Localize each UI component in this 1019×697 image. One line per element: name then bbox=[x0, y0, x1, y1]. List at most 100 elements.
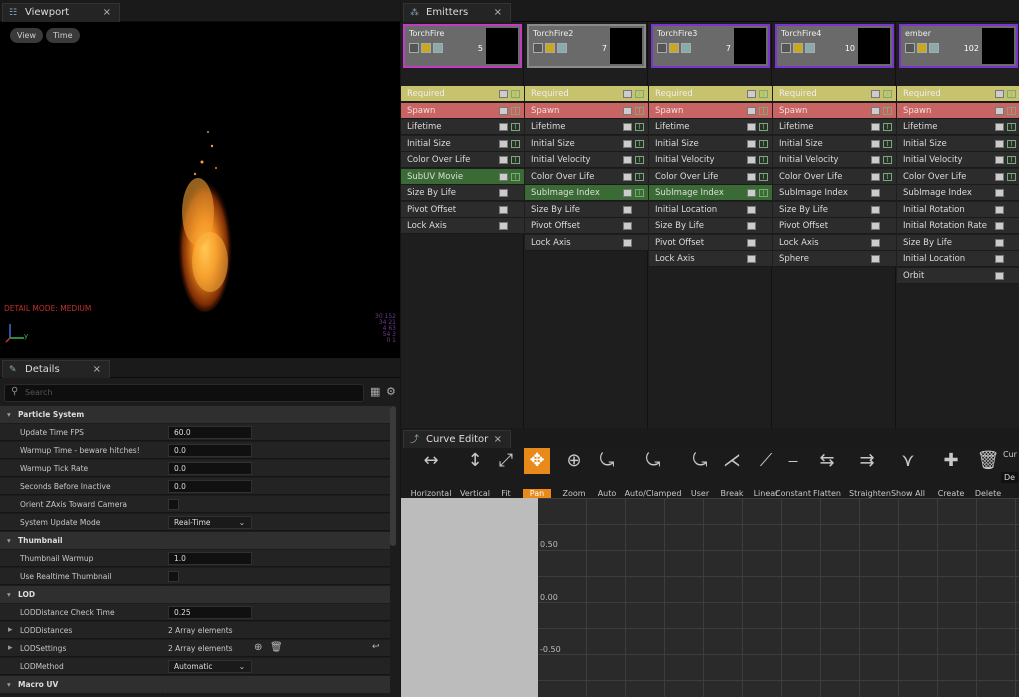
module-enable-checkbox[interactable] bbox=[623, 139, 632, 148]
module-row[interactable]: Initial Rotation Rate bbox=[897, 218, 1019, 234]
curve-toggle-icon[interactable]: ⌇ bbox=[883, 123, 892, 131]
curve-toggle-icon[interactable]: ⌇ bbox=[883, 172, 892, 181]
curve-graph[interactable]: 0.50 0.00 -0.50 bbox=[401, 498, 1019, 697]
enable-checkbox[interactable] bbox=[905, 43, 915, 53]
module-enable-checkbox[interactable] bbox=[871, 172, 880, 181]
module-enable-checkbox[interactable] bbox=[995, 90, 1004, 98]
search-field[interactable]: ⚲ Search bbox=[4, 384, 364, 402]
module-enable-checkbox[interactable] bbox=[623, 90, 632, 98]
emitter-header[interactable]: TorchFire3 7 bbox=[651, 24, 770, 68]
row-lod-distances[interactable]: ▸ LODDistances 2 Array elements bbox=[0, 622, 390, 639]
module-row[interactable]: Size By Life bbox=[897, 234, 1019, 251]
curve-toggle-icon[interactable]: ⌇ bbox=[511, 156, 520, 164]
curve-toggle-icon[interactable]: ⌇ bbox=[635, 172, 644, 181]
module-row[interactable]: Spawn ⌇ bbox=[649, 102, 772, 119]
tab-viewport[interactable]: ☷ Viewport × bbox=[2, 3, 120, 23]
update-time-fps-input[interactable]: 60.0 bbox=[168, 426, 252, 439]
enable-checkbox[interactable] bbox=[657, 43, 667, 53]
row-lod-settings[interactable]: ▸ LODSettings 2 Array elements ⊕ 🗑 ↩ bbox=[0, 640, 390, 657]
module-row[interactable]: Initial Velocity ⌇ bbox=[525, 152, 648, 168]
solo-checkbox[interactable] bbox=[917, 43, 927, 53]
emitter-header[interactable]: TorchFire 5 bbox=[403, 24, 522, 68]
emitter-header[interactable]: TorchFire4 10 bbox=[775, 24, 894, 68]
curve-toggle-icon[interactable]: ⌇ bbox=[1007, 106, 1016, 115]
module-enable-checkbox[interactable] bbox=[871, 90, 880, 98]
curve-toggle-icon[interactable]: ⌇ bbox=[759, 189, 768, 197]
module-row[interactable]: Sphere bbox=[773, 251, 896, 267]
curve-toggle-icon[interactable]: ⌇ bbox=[635, 90, 644, 98]
tool-flatten-button[interactable]: Flatten bbox=[811, 489, 843, 498]
module-enable-checkbox[interactable] bbox=[747, 139, 756, 148]
module-enable-checkbox[interactable] bbox=[871, 156, 880, 164]
settings-gear-icon[interactable]: ⚙ bbox=[386, 385, 396, 398]
module-enable-checkbox[interactable] bbox=[995, 106, 1004, 115]
pan-icon[interactable]: ✥ bbox=[524, 448, 550, 474]
emitter-header[interactable]: TorchFire2 7 bbox=[527, 24, 646, 68]
break-icon[interactable]: ⋌ bbox=[719, 448, 745, 474]
render-mode-checkbox[interactable] bbox=[681, 43, 691, 53]
tool-auto-button[interactable]: Auto bbox=[597, 489, 617, 498]
section-thumbnail[interactable]: Thumbnail bbox=[0, 532, 390, 549]
tool-horizontal-button[interactable]: Horizontal bbox=[409, 489, 453, 498]
module-enable-checkbox[interactable] bbox=[995, 139, 1004, 148]
delete-icon[interactable]: 🗑 bbox=[975, 448, 1001, 474]
module-row[interactable]: Pivot Offset bbox=[525, 218, 648, 234]
module-row[interactable]: Spawn ⌇ bbox=[773, 102, 896, 119]
curve-toggle-icon[interactable]: ⌇ bbox=[511, 123, 520, 131]
module-row[interactable]: Lock Axis bbox=[649, 251, 772, 267]
constant-icon[interactable]: ⎯ bbox=[780, 448, 806, 474]
module-enable-checkbox[interactable] bbox=[871, 255, 880, 263]
module-row[interactable]: Initial Velocity ⌇ bbox=[897, 152, 1019, 168]
module-row[interactable]: SubImage Index ⌇ bbox=[649, 185, 772, 201]
module-row[interactable]: Lock Axis bbox=[773, 234, 896, 251]
tool-auto-clamped-button[interactable]: Auto/Clamped bbox=[623, 489, 683, 498]
warmup-time-input[interactable]: 0.0 bbox=[168, 444, 252, 457]
module-row[interactable]: SubImage Index bbox=[897, 185, 1019, 201]
flatten-icon[interactable]: ⇆ bbox=[814, 448, 840, 474]
section-macro-uv[interactable]: Macro UV bbox=[0, 676, 390, 693]
curve-toggle-icon[interactable]: ⌇ bbox=[511, 90, 520, 98]
curve-list-area[interactable] bbox=[401, 498, 538, 697]
curve-toggle-icon[interactable]: ⌇ bbox=[883, 156, 892, 164]
tool-constant-button[interactable]: Constant bbox=[775, 489, 811, 498]
solo-checkbox[interactable] bbox=[793, 43, 803, 53]
module-row[interactable]: Lifetime ⌇ bbox=[897, 119, 1019, 135]
module-enable-checkbox[interactable] bbox=[995, 189, 1004, 197]
module-row[interactable]: Initial Size ⌇ bbox=[897, 135, 1019, 152]
warmup-tick-rate-input[interactable]: 0.0 bbox=[168, 462, 252, 475]
module-row[interactable]: Size By Life bbox=[525, 201, 648, 218]
grid-view-icon[interactable]: ▦ bbox=[370, 385, 380, 398]
module-row[interactable]: Lifetime ⌇ bbox=[401, 119, 524, 135]
close-icon[interactable]: × bbox=[494, 431, 502, 449]
tool-user-button[interactable]: User bbox=[687, 489, 713, 498]
orient-zaxis-checkbox[interactable] bbox=[168, 499, 179, 510]
tool-delete-button[interactable]: Delete bbox=[973, 489, 1003, 498]
curve-toggle-icon[interactable]: ⌇ bbox=[759, 172, 768, 181]
module-enable-checkbox[interactable] bbox=[747, 156, 756, 164]
tab-emitters[interactable]: ⁂ Emitters × bbox=[403, 3, 511, 23]
module-row[interactable]: Pivot Offset bbox=[649, 234, 772, 251]
module-row[interactable]: Orbit bbox=[897, 267, 1019, 284]
curve-toggle-icon[interactable]: ⌇ bbox=[511, 106, 520, 115]
use-realtime-thumbnail-checkbox[interactable] bbox=[168, 571, 179, 582]
module-row[interactable]: Required ⌇ bbox=[897, 86, 1019, 102]
module-row[interactable]: Size By Life bbox=[649, 218, 772, 234]
module-row[interactable]: Required ⌇ bbox=[401, 86, 524, 102]
close-icon[interactable]: × bbox=[103, 4, 111, 22]
module-enable-checkbox[interactable] bbox=[499, 90, 508, 98]
enable-checkbox[interactable] bbox=[409, 43, 419, 53]
search-input[interactable]: Search bbox=[25, 388, 52, 397]
module-enable-checkbox[interactable] bbox=[623, 205, 632, 214]
curve-toggle-icon[interactable]: ⌇ bbox=[759, 90, 768, 98]
module-row[interactable]: SubUV Movie ⌇ bbox=[401, 168, 524, 185]
tool-vertical-button[interactable]: Vertical bbox=[455, 489, 495, 498]
section-particle-system[interactable]: Particle System bbox=[0, 406, 390, 423]
module-row[interactable]: Color Over Life ⌇ bbox=[649, 168, 772, 185]
auto-clamped-icon[interactable]: ⤿ bbox=[640, 448, 666, 474]
module-row[interactable]: Lock Axis bbox=[401, 218, 524, 234]
curve-toggle-icon[interactable]: ⌇ bbox=[883, 90, 892, 98]
curve-toggle-icon[interactable]: ⌇ bbox=[1007, 172, 1016, 181]
module-row[interactable]: Color Over Life ⌇ bbox=[525, 168, 648, 185]
module-row[interactable]: Lifetime ⌇ bbox=[773, 119, 896, 135]
module-enable-checkbox[interactable] bbox=[747, 255, 756, 263]
